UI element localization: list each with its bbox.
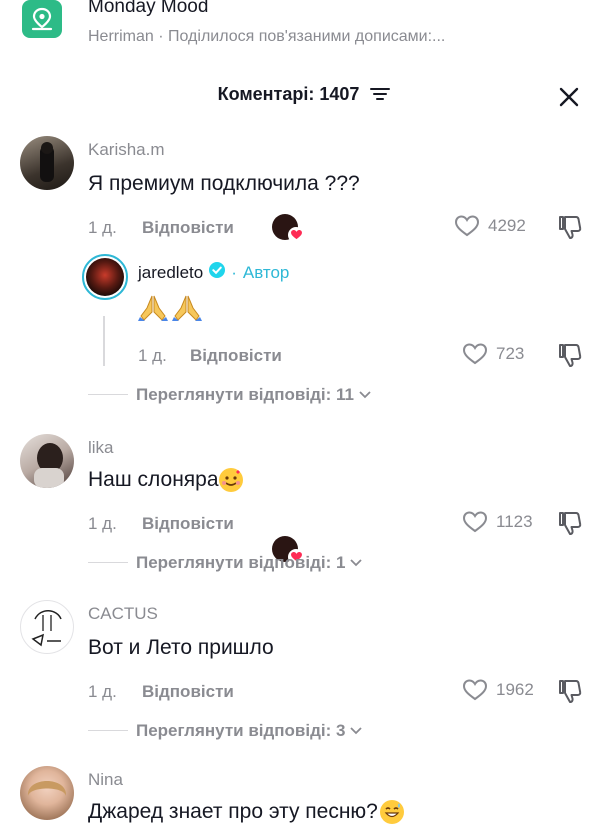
heart-outline-icon	[462, 511, 488, 533]
avatar[interactable]	[20, 600, 74, 654]
heart-icon	[288, 227, 304, 243]
mood-app-icon[interactable]	[22, 0, 62, 38]
close-button[interactable]	[552, 80, 586, 114]
view-replies-button[interactable]: Переглянути відповіді: 3	[136, 721, 363, 741]
comments-count-title: Коментарі: 1407	[217, 84, 360, 104]
comment-text-row: Джаред знает про эту песню?	[88, 800, 404, 824]
reply-age: 1 д.	[138, 346, 167, 365]
like-count: 4292	[488, 216, 526, 235]
view-replies-button[interactable]: Переглянути відповіді: 1	[136, 553, 363, 573]
avatar[interactable]	[20, 434, 74, 488]
like-button[interactable]: 1123	[462, 510, 533, 534]
comment-text: Вот и Лето пришло	[88, 636, 274, 659]
comment-text: Я премиум подключила ???	[88, 172, 360, 195]
praying-hands-icon	[172, 295, 202, 321]
smiling-hearts-emoji-icon	[218, 468, 243, 492]
creator-avatar[interactable]	[82, 254, 128, 300]
chevron-down-icon	[350, 727, 363, 735]
thumbs-down-icon	[559, 512, 582, 535]
reply-button[interactable]: Відповісти	[190, 346, 282, 366]
comment-age: 1 д.	[88, 682, 117, 701]
view-replies-divider	[88, 562, 128, 563]
reply-button[interactable]: Відповісти	[142, 218, 234, 238]
comment-username[interactable]: Karisha.m	[88, 140, 165, 160]
comments-header: Коментарі: 1407	[0, 84, 608, 106]
avatar[interactable]	[20, 136, 74, 190]
view-replies-label: Переглянути відповіді: 1	[136, 553, 346, 572]
comment-text: Джаред знает про эту песню?	[88, 800, 378, 823]
sound-title[interactable]: Monday Mood	[88, 0, 208, 18]
avatar[interactable]	[20, 766, 74, 820]
comment-text-row: Наш слоняра	[88, 468, 243, 492]
reply-text-praying-emoji	[138, 294, 202, 322]
like-button[interactable]: 1962	[462, 678, 534, 702]
grinning-sweat-emoji-icon	[379, 800, 404, 824]
comment-username[interactable]: lika	[88, 438, 114, 458]
comment-username[interactable]: CACTUS	[88, 604, 158, 624]
comment-age: 1 д.	[88, 514, 117, 533]
like-button[interactable]: 723	[462, 342, 524, 366]
heart-outline-icon	[462, 343, 488, 365]
location-pin-icon	[31, 7, 53, 31]
view-replies-divider	[88, 394, 128, 395]
thread-line	[103, 316, 105, 366]
like-count: 1123	[496, 512, 533, 531]
chevron-down-icon	[350, 559, 363, 567]
thumbs-down-icon	[559, 680, 582, 703]
creator-liked-badge	[272, 214, 304, 243]
comment-text: Наш слоняра	[88, 468, 219, 491]
chevron-down-icon	[359, 391, 371, 399]
view-replies-label: Переглянути відповіді: 3	[136, 721, 346, 740]
comment-age: 1 д.	[88, 218, 117, 237]
author-label: Автор	[242, 262, 290, 282]
dislike-button[interactable]	[556, 341, 584, 374]
praying-hands-icon	[138, 295, 168, 321]
filter-icon[interactable]	[370, 85, 391, 106]
thumbs-down-icon	[559, 344, 582, 367]
author-separator: ·	[231, 262, 237, 282]
reply-button[interactable]: Відповісти	[142, 682, 234, 702]
sound-subtitle: Herriman · Поділилося пов'язаними дописа…	[88, 28, 446, 45]
dislike-button[interactable]	[556, 213, 584, 246]
close-icon	[559, 87, 579, 107]
verified-badge-icon	[209, 262, 226, 283]
reply-button[interactable]: Відповісти	[142, 514, 234, 534]
view-replies-button[interactable]: Переглянути відповіді: 11	[136, 385, 372, 405]
dislike-button[interactable]	[556, 677, 584, 710]
heart-outline-icon	[454, 215, 480, 237]
like-button[interactable]: 4292	[454, 214, 526, 238]
view-replies-divider	[88, 730, 128, 731]
thumbs-down-icon	[559, 216, 582, 239]
reply-header: jaredleto · Автор	[138, 262, 289, 283]
comment-username[interactable]: Nina	[88, 770, 123, 790]
like-count: 1962	[496, 680, 534, 699]
heart-outline-icon	[462, 679, 488, 701]
dislike-button[interactable]	[556, 509, 584, 542]
like-count: 723	[496, 344, 525, 363]
view-replies-label: Переглянути відповіді: 11	[136, 385, 354, 404]
reply-username[interactable]: jaredleto	[138, 263, 203, 283]
